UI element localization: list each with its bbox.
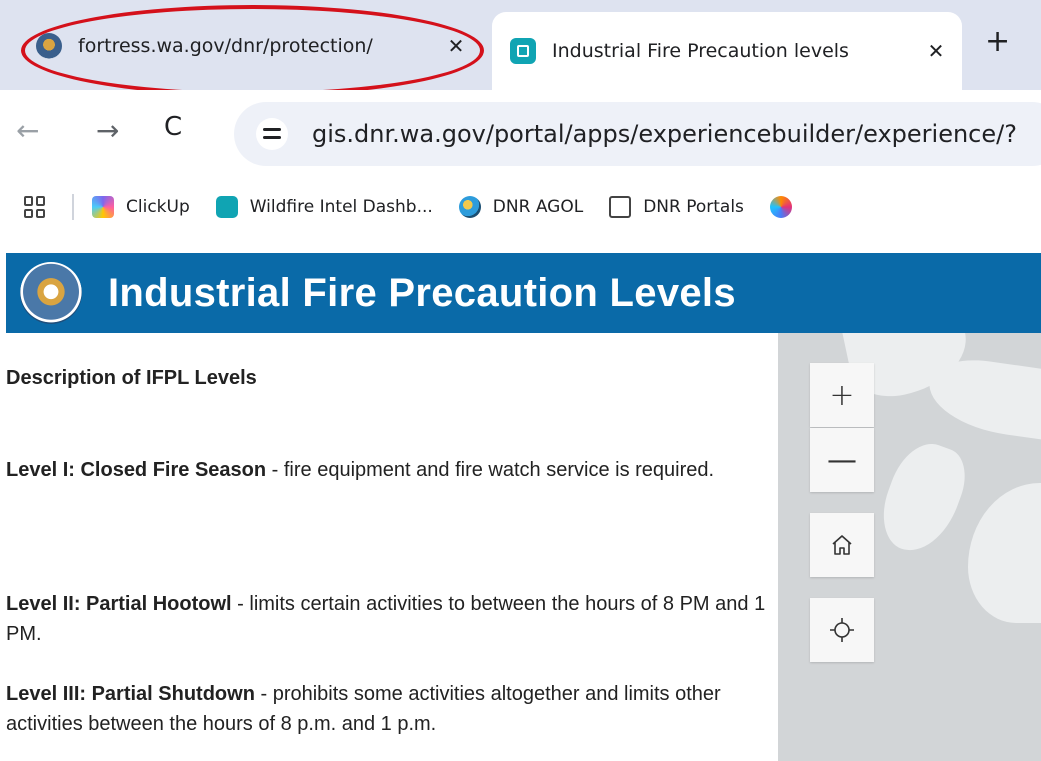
- page-title: Industrial Fire Precaution Levels: [108, 270, 736, 315]
- map-land: [968, 483, 1041, 623]
- description-panel: Description of IFPL Levels Level I: Clos…: [6, 333, 778, 761]
- tab-title: fortress.wa.gov/dnr/protection/: [78, 35, 373, 57]
- home-button[interactable]: [810, 513, 874, 577]
- bookmark-clickup[interactable]: ClickUp: [92, 196, 190, 218]
- level-name: Level I: Closed Fire Season: [6, 459, 267, 481]
- back-button[interactable]: ←: [16, 114, 39, 147]
- url-text[interactable]: gis.dnr.wa.gov/portal/apps/experiencebui…: [312, 120, 1017, 148]
- globe-icon: [458, 196, 481, 218]
- map-view[interactable]: + —: [778, 333, 1041, 761]
- copilot-icon: [769, 196, 792, 218]
- map-land: [871, 434, 975, 562]
- level-description: Level II: Partial Hootowl - limits certa…: [6, 589, 776, 649]
- level-text: - fire equipment and fire watch service …: [266, 459, 715, 481]
- zoom-out-button[interactable]: —: [810, 428, 874, 492]
- bookmark-label: Wildfire Intel Dashb...: [249, 197, 433, 217]
- home-icon: [832, 535, 852, 555]
- bookmark-dnr-portals[interactable]: DNR Portals: [609, 196, 744, 218]
- map-land: [923, 353, 1041, 443]
- tab-fortress[interactable]: fortress.wa.gov/dnr/protection/ ✕: [30, 14, 482, 78]
- wa-seal-icon: [36, 33, 62, 59]
- bookmark-dnr-agol[interactable]: DNR AGOL: [458, 196, 584, 218]
- bookmark-wildfire-intel[interactable]: Wildfire Intel Dashb...: [215, 196, 433, 218]
- bookmark-copilot[interactable]: [769, 196, 804, 218]
- level-name: Level II: Partial Hootowl: [6, 593, 232, 615]
- clickup-icon: [92, 196, 114, 218]
- browser-toolbar: ← → C gis.dnr.wa.gov/portal/apps/experie…: [0, 90, 1041, 178]
- site-info-icon[interactable]: [256, 118, 288, 150]
- close-icon[interactable]: ✕: [922, 39, 950, 63]
- forward-button[interactable]: →: [96, 114, 119, 147]
- level-name: Level III: Partial Shutdown: [6, 683, 255, 705]
- reload-button[interactable]: C: [164, 112, 182, 142]
- tab-title: Industrial Fire Precaution levels: [552, 40, 849, 62]
- tab-strip: fortress.wa.gov/dnr/protection/ ✕ Indust…: [0, 0, 1041, 96]
- bookmarks-bar: ClickUp Wildfire Intel Dashb... DNR AGOL…: [0, 178, 1041, 236]
- new-tab-button[interactable]: +: [985, 24, 1010, 59]
- section-heading: Description of IFPL Levels: [6, 367, 257, 389]
- apps-grid-icon[interactable]: [24, 196, 46, 218]
- level-description: Level III: Partial Shutdown - prohibits …: [6, 679, 776, 739]
- folder-icon: [609, 196, 632, 218]
- bookmark-label: DNR Portals: [643, 197, 744, 217]
- locate-icon: [830, 618, 854, 642]
- close-icon[interactable]: ✕: [442, 34, 470, 58]
- experience-builder-icon: [510, 38, 536, 64]
- locate-button[interactable]: [810, 598, 874, 662]
- app-header: Industrial Fire Precaution Levels: [6, 253, 1041, 333]
- bookmark-label: ClickUp: [126, 197, 190, 217]
- dnr-seal-icon: [20, 262, 82, 324]
- bookmark-label: DNR AGOL: [492, 197, 584, 217]
- level-description: Level I: Closed Fire Season - fire equip…: [6, 455, 776, 485]
- bookmark-divider: [72, 194, 74, 220]
- address-bar[interactable]: gis.dnr.wa.gov/portal/apps/experiencebui…: [234, 102, 1041, 166]
- experience-builder-icon: [215, 196, 238, 218]
- zoom-in-button[interactable]: +: [810, 363, 874, 427]
- tab-ifpl[interactable]: Industrial Fire Precaution levels ✕: [492, 12, 962, 90]
